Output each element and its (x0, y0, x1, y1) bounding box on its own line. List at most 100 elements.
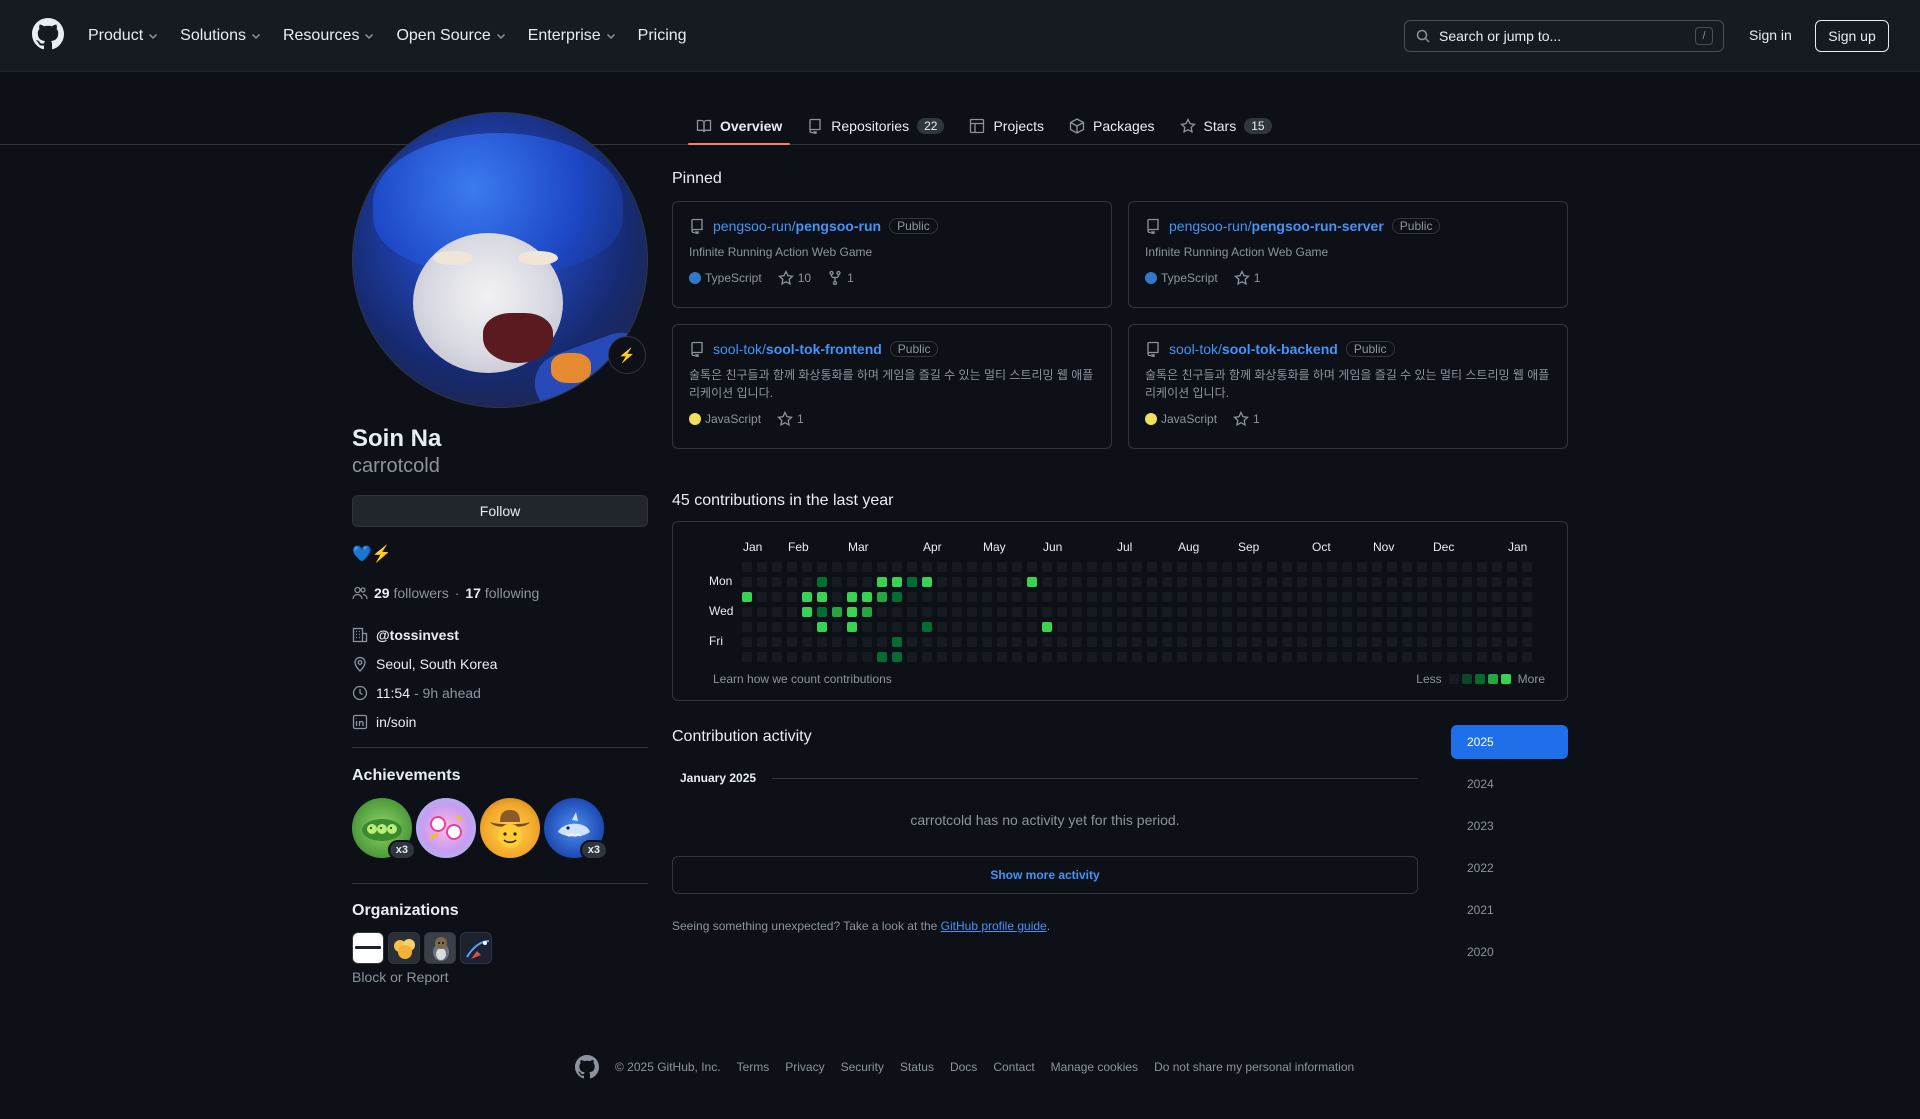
contribution-day-cell[interactable] (1357, 637, 1367, 647)
contribution-day-cell[interactable] (1042, 637, 1052, 647)
contribution-day-cell[interactable] (817, 607, 827, 617)
contribution-day-cell[interactable] (1507, 652, 1517, 662)
contribution-day-cell[interactable] (817, 637, 827, 647)
contribution-day-cell[interactable] (907, 607, 917, 617)
contribution-day-cell[interactable] (1027, 622, 1037, 632)
contribution-day-cell[interactable] (742, 592, 752, 602)
contribution-day-cell[interactable] (1282, 607, 1292, 617)
contribution-day-cell[interactable] (1177, 562, 1187, 572)
contribution-day-cell[interactable] (1222, 562, 1232, 572)
org-avatar-penguin[interactable] (424, 932, 456, 964)
contribution-day-cell[interactable] (862, 592, 872, 602)
contribution-day-cell[interactable] (1057, 592, 1067, 602)
contribution-day-cell[interactable] (1312, 592, 1322, 602)
contribution-day-cell[interactable] (1087, 652, 1097, 662)
contribution-day-cell[interactable] (967, 607, 977, 617)
contribution-day-cell[interactable] (862, 577, 872, 587)
footer-link-docs[interactable]: Docs (950, 1060, 977, 1074)
achievement-badge-peas[interactable]: x3 (352, 798, 416, 860)
contribution-day-cell[interactable] (892, 577, 902, 587)
contribution-day-cell[interactable] (892, 592, 902, 602)
contribution-day-cell[interactable] (1222, 652, 1232, 662)
contribution-day-cell[interactable] (1492, 592, 1502, 602)
contribution-day-cell[interactable] (1237, 562, 1247, 572)
contribution-day-cell[interactable] (1327, 562, 1337, 572)
contribution-day-cell[interactable] (787, 607, 797, 617)
status-emoji-button[interactable]: ⚡ (608, 336, 646, 374)
contribution-day-cell[interactable] (1042, 577, 1052, 587)
contribution-day-cell[interactable] (952, 607, 962, 617)
contribution-day-cell[interactable] (1252, 562, 1262, 572)
contribution-day-cell[interactable] (1102, 592, 1112, 602)
contribution-day-cell[interactable] (1282, 577, 1292, 587)
year-2021[interactable]: 2021 (1451, 893, 1568, 927)
contribution-day-cell[interactable] (1222, 637, 1232, 647)
contribution-day-cell[interactable] (1357, 622, 1367, 632)
contribution-day-cell[interactable] (997, 622, 1007, 632)
contribution-day-cell[interactable] (1402, 652, 1412, 662)
contribution-day-cell[interactable] (877, 652, 887, 662)
tab-repositories[interactable]: Repositories 22 (799, 108, 952, 144)
contribution-day-cell[interactable] (862, 652, 872, 662)
achievement-badge-cowboy[interactable] (480, 798, 540, 858)
contribution-day-cell[interactable] (772, 562, 782, 572)
contribution-day-cell[interactable] (1357, 607, 1367, 617)
contribution-day-cell[interactable] (982, 592, 992, 602)
repo-link[interactable]: pengsoo-run/pengsoo-run (713, 218, 881, 234)
contribution-day-cell[interactable] (1132, 652, 1142, 662)
contribution-day-cell[interactable] (772, 622, 782, 632)
contribution-day-cell[interactable] (1072, 637, 1082, 647)
contribution-day-cell[interactable] (877, 607, 887, 617)
contribution-day-cell[interactable] (1192, 622, 1202, 632)
contribution-day-cell[interactable] (862, 637, 872, 647)
nav-pricing[interactable]: Pricing (638, 24, 687, 48)
contribution-day-cell[interactable] (1102, 577, 1112, 587)
repo-forks-link[interactable]: 1 (827, 270, 854, 286)
footer-link-security[interactable]: Security (841, 1060, 884, 1074)
contribution-day-cell[interactable] (1417, 562, 1427, 572)
contribution-day-cell[interactable] (742, 577, 752, 587)
contribution-day-cell[interactable] (1117, 622, 1127, 632)
repo-stars-link[interactable]: 1 (1233, 270, 1260, 286)
contribution-day-cell[interactable] (1192, 607, 1202, 617)
contribution-day-cell[interactable] (1477, 622, 1487, 632)
contribution-day-cell[interactable] (742, 637, 752, 647)
contribution-day-cell[interactable] (832, 652, 842, 662)
contribution-day-cell[interactable] (1207, 562, 1217, 572)
contribution-day-cell[interactable] (802, 622, 812, 632)
contribution-day-cell[interactable] (1402, 607, 1412, 617)
contribution-day-cell[interactable] (1372, 652, 1382, 662)
learn-contributions-link[interactable]: Learn how we count contributions (713, 672, 892, 686)
contribution-day-cell[interactable] (1012, 562, 1022, 572)
contribution-day-cell[interactable] (832, 562, 842, 572)
contribution-day-cell[interactable] (1237, 592, 1247, 602)
repo-stars-link[interactable]: 10 (777, 270, 811, 286)
contribution-day-cell[interactable] (757, 637, 767, 647)
contribution-day-cell[interactable] (1162, 607, 1172, 617)
contribution-day-cell[interactable] (1147, 607, 1157, 617)
contribution-day-cell[interactable] (742, 607, 752, 617)
contribution-day-cell[interactable] (982, 577, 992, 587)
contribution-day-cell[interactable] (997, 652, 1007, 662)
contribution-day-cell[interactable] (1342, 607, 1352, 617)
contribution-day-cell[interactable] (1282, 562, 1292, 572)
contribution-day-cell[interactable] (772, 592, 782, 602)
contribution-day-cell[interactable] (1282, 592, 1292, 602)
contribution-day-cell[interactable] (1177, 577, 1187, 587)
contribution-day-cell[interactable] (757, 622, 767, 632)
contribution-day-cell[interactable] (1387, 637, 1397, 647)
contribution-day-cell[interactable] (1447, 592, 1457, 602)
contribution-day-cell[interactable] (1417, 577, 1427, 587)
contribution-day-cell[interactable] (1162, 592, 1172, 602)
contribution-day-cell[interactable] (1222, 622, 1232, 632)
contribution-day-cell[interactable] (847, 607, 857, 617)
contribution-day-cell[interactable] (1132, 637, 1142, 647)
contribution-day-cell[interactable] (1027, 652, 1037, 662)
contribution-day-cell[interactable] (1057, 577, 1067, 587)
contribution-day-cell[interactable] (982, 607, 992, 617)
contribution-day-cell[interactable] (937, 652, 947, 662)
contribution-day-cell[interactable] (1522, 592, 1532, 602)
github-logo-icon[interactable] (575, 1055, 599, 1079)
contribution-day-cell[interactable] (1207, 577, 1217, 587)
contribution-day-cell[interactable] (967, 592, 977, 602)
